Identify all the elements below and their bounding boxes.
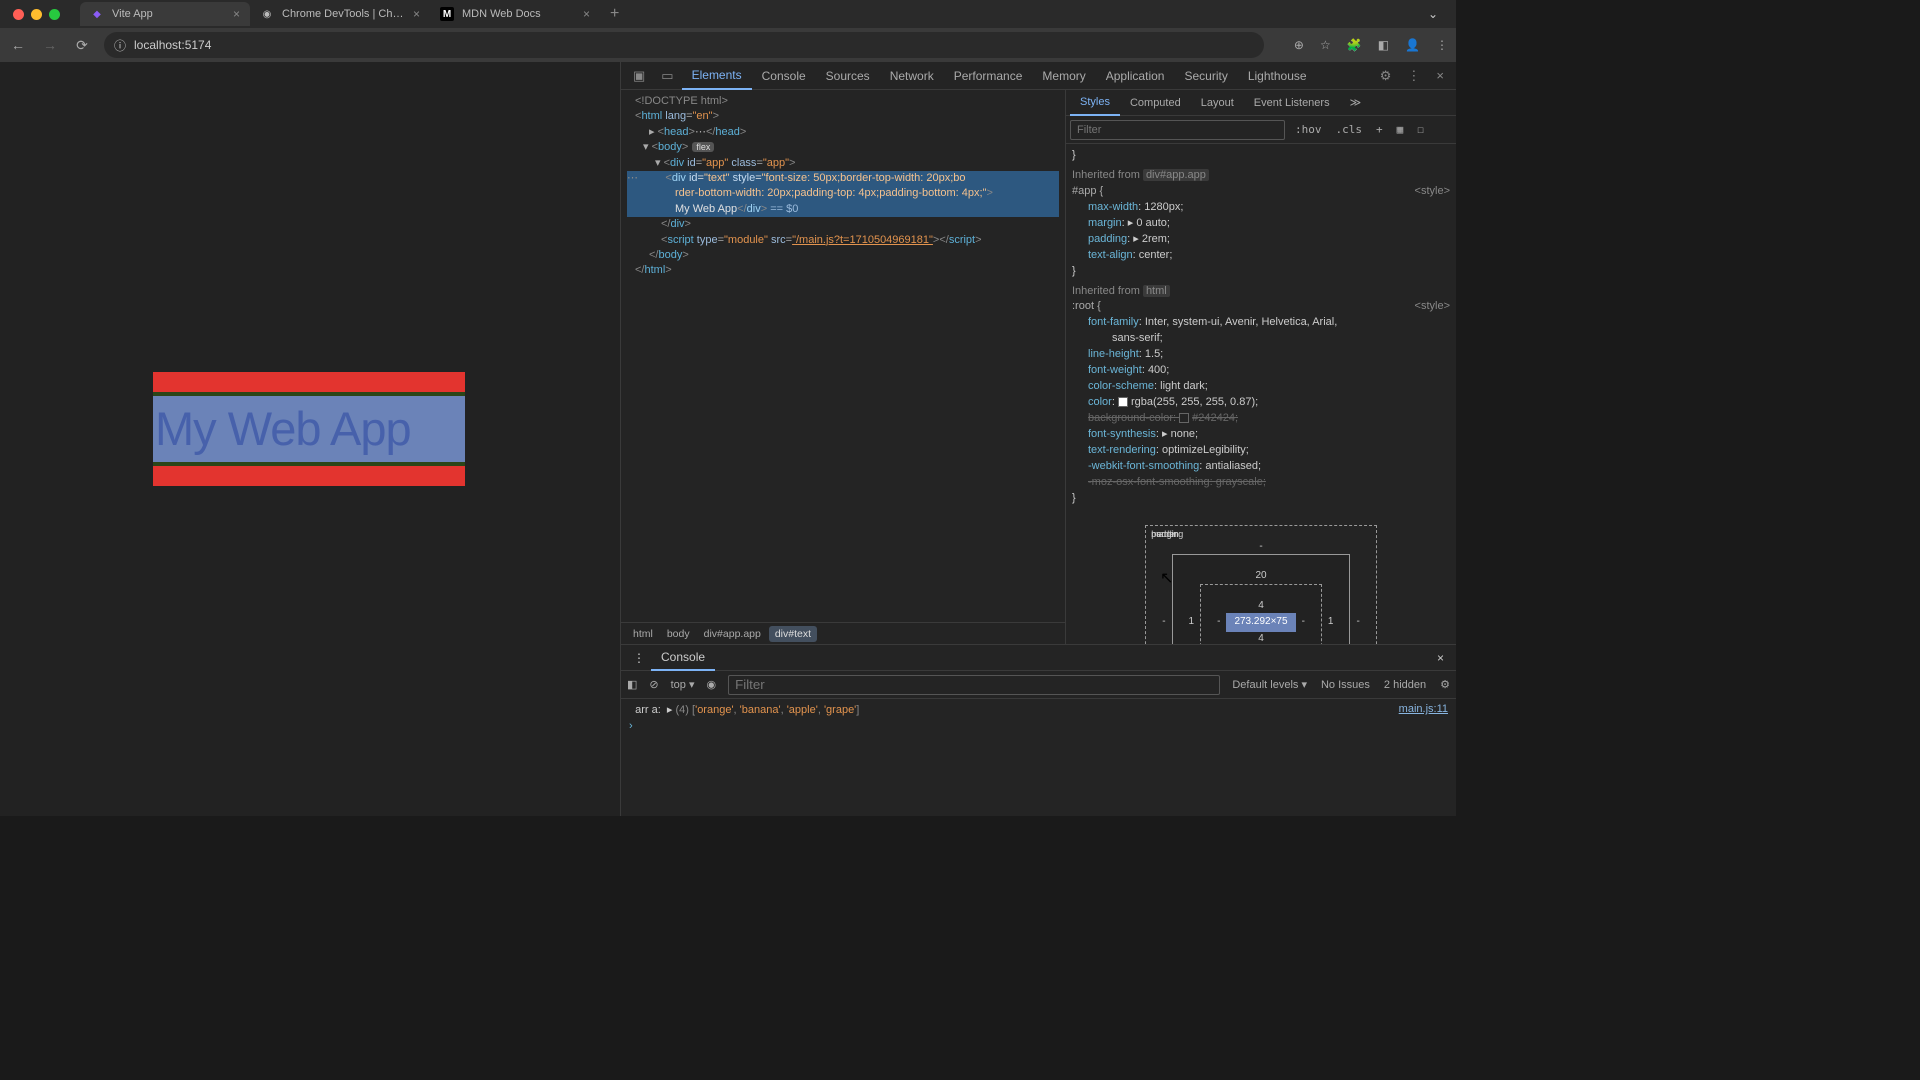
maximize-window-button[interactable] xyxy=(49,9,60,20)
issues-button[interactable]: No Issues xyxy=(1321,679,1370,691)
page-viewport: My Web App xyxy=(0,62,620,816)
panel-icon[interactable]: ◧ xyxy=(1378,38,1389,52)
device-toggle-icon[interactable]: ▭ xyxy=(653,68,681,84)
styles-tab-computed[interactable]: Computed xyxy=(1120,90,1191,116)
styles-panel: Styles Computed Layout Event Listeners ≫… xyxy=(1066,90,1456,644)
browser-chrome: ◆ Vite App × ◉ Chrome DevTools | Chrome … xyxy=(0,0,1456,62)
minimize-window-button[interactable] xyxy=(31,9,42,20)
breadcrumb-body[interactable]: body xyxy=(661,626,696,642)
tab-network[interactable]: Network xyxy=(880,62,944,90)
tab-console[interactable]: Console xyxy=(752,62,816,90)
styles-tab-events[interactable]: Event Listeners xyxy=(1244,90,1340,116)
dom-tree-panel: <!DOCTYPE html> <html lang="en"> ▸ <head… xyxy=(621,90,1066,644)
tab-mdn-docs[interactable]: M MDN Web Docs × xyxy=(430,2,600,26)
address-bar[interactable]: ⓘ localhost:5174 xyxy=(104,32,1264,58)
forward-button[interactable]: → xyxy=(40,37,60,53)
menu-icon[interactable]: ⋮ xyxy=(1436,38,1448,52)
styles-tab-layout[interactable]: Layout xyxy=(1191,90,1244,116)
tab-performance[interactable]: Performance xyxy=(944,62,1033,90)
drawer-menu-icon[interactable]: ⋮ xyxy=(627,651,651,665)
traffic-lights xyxy=(13,9,60,20)
clear-console-icon[interactable]: ⊘ xyxy=(649,678,658,691)
close-drawer-icon[interactable]: × xyxy=(1431,651,1450,665)
console-log-entry[interactable]: main.js:11 arr a: ▸ (4) ['orange', 'bana… xyxy=(629,703,1448,716)
profile-icon[interactable]: 👤 xyxy=(1405,38,1420,52)
more-tabs-icon[interactable]: ≫ xyxy=(1340,90,1372,116)
styles-tab-styles[interactable]: Styles xyxy=(1070,90,1120,116)
tab-bar: ◆ Vite App × ◉ Chrome DevTools | Chrome … xyxy=(0,0,1456,28)
new-style-icon[interactable]: + xyxy=(1372,123,1387,136)
hov-button[interactable]: :hov xyxy=(1291,123,1326,136)
chrome-icon: ◉ xyxy=(260,7,274,21)
console-drawer-tab[interactable]: Console xyxy=(651,645,715,671)
new-tab-button[interactable]: + xyxy=(600,5,629,23)
settings-icon[interactable]: ⚙ xyxy=(1372,68,1400,84)
tab-application[interactable]: Application xyxy=(1096,62,1175,90)
breadcrumb-text[interactable]: div#text xyxy=(769,626,817,642)
styles-filter-input[interactable] xyxy=(1070,120,1285,140)
console-drawer: ⋮ Console × ◧ ⊘ top ▾ ◉ Default levels ▾… xyxy=(621,644,1456,816)
console-filter-input[interactable] xyxy=(728,675,1220,695)
tab-security[interactable]: Security xyxy=(1174,62,1237,90)
dom-tree[interactable]: <!DOCTYPE html> <html lang="en"> ▸ <head… xyxy=(621,90,1065,622)
url-bar: ← → ⟳ ⓘ localhost:5174 ⊕ ☆ 🧩 ◧ 👤 ⋮ xyxy=(0,28,1456,62)
dom-breadcrumb: html body div#app.app div#text xyxy=(621,622,1065,644)
breadcrumb-html[interactable]: html xyxy=(627,626,659,642)
tab-memory[interactable]: Memory xyxy=(1032,62,1095,90)
context-selector[interactable]: top ▾ xyxy=(671,678,695,691)
flexbox-editor-icon[interactable]: ▦ xyxy=(1393,123,1408,136)
vite-icon: ◆ xyxy=(90,7,104,21)
inspected-element-highlight: My Web App xyxy=(153,372,465,486)
cls-button[interactable]: .cls xyxy=(1332,123,1367,136)
tab-elements[interactable]: Elements xyxy=(682,62,752,90)
tab-sources[interactable]: Sources xyxy=(816,62,880,90)
close-devtools-icon[interactable]: × xyxy=(1428,68,1452,84)
tab-chrome-devtools[interactable]: ◉ Chrome DevTools | Chrome × xyxy=(250,2,430,26)
log-levels-selector[interactable]: Default levels ▾ xyxy=(1232,678,1307,691)
sidebar-toggle-icon[interactable]: ◧ xyxy=(627,678,637,691)
extensions-icon[interactable]: 🧩 xyxy=(1347,38,1362,52)
breadcrumb-app[interactable]: div#app.app xyxy=(698,626,767,642)
inspect-icon[interactable]: ▣ xyxy=(625,68,653,84)
dom-selected-node[interactable]: ⋯ <div id="text" style="font-size: 50px;… xyxy=(627,171,1059,217)
close-icon[interactable]: × xyxy=(583,7,590,21)
site-info-icon[interactable]: ⓘ xyxy=(114,37,126,54)
log-source-link[interactable]: main.js:11 xyxy=(1399,703,1448,715)
more-icon[interactable]: ⋮ xyxy=(1399,68,1428,84)
reload-button[interactable]: ⟳ xyxy=(72,37,92,54)
hidden-count[interactable]: 2 hidden xyxy=(1384,679,1426,691)
close-icon[interactable]: × xyxy=(413,7,420,21)
console-prompt[interactable]: › xyxy=(629,720,1448,732)
close-window-button[interactable] xyxy=(13,9,24,20)
devtools-panel: ▣ ▭ Elements Console Sources Network Per… xyxy=(620,62,1456,816)
computed-toggle-icon[interactable]: ☐ xyxy=(1413,123,1428,136)
zoom-icon[interactable]: ⊕ xyxy=(1294,38,1304,52)
mdn-icon: M xyxy=(440,7,454,21)
tab-lighthouse[interactable]: Lighthouse xyxy=(1238,62,1317,90)
box-model-diagram[interactable]: margin - - border 20 1 xyxy=(1072,507,1450,644)
close-icon[interactable]: × xyxy=(233,7,240,21)
devtools-tabs: ▣ ▭ Elements Console Sources Network Per… xyxy=(621,62,1456,90)
live-expression-icon[interactable]: ◉ xyxy=(707,678,717,691)
console-settings-icon[interactable]: ⚙ xyxy=(1440,678,1450,691)
back-button[interactable]: ← xyxy=(8,37,28,53)
bookmark-icon[interactable]: ☆ xyxy=(1320,38,1331,52)
tab-dropdown-icon[interactable]: ⌄ xyxy=(1418,7,1448,21)
tab-vite-app[interactable]: ◆ Vite App × xyxy=(80,2,250,26)
page-heading: My Web App xyxy=(153,396,465,462)
